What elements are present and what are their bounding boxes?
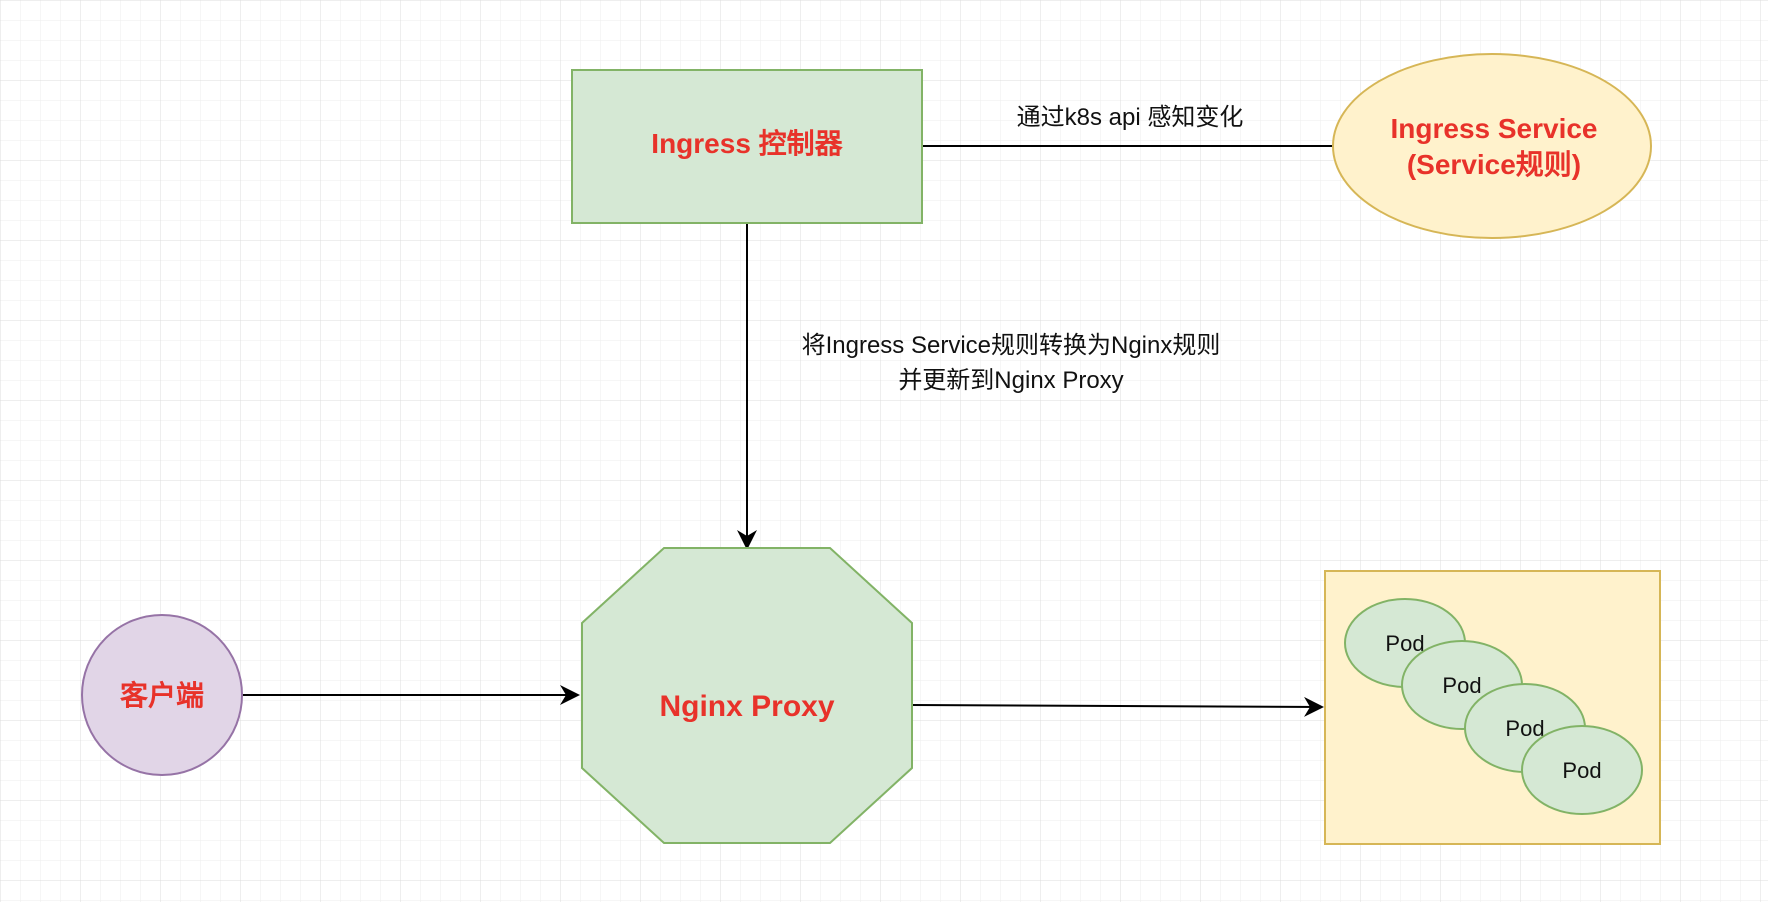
pod-4-label: Pod (1562, 758, 1601, 783)
pods-container[interactable]: Pod Pod Pod Pod (1324, 570, 1661, 845)
pod-2-label: Pod (1442, 673, 1481, 698)
pod-3-label: Pod (1505, 716, 1544, 741)
client-label: 客户端 (120, 679, 204, 711)
ingress-controller-node[interactable]: Ingress 控制器 (571, 69, 923, 224)
pod-1-label: Pod (1385, 631, 1424, 656)
edge-label-convert-line2: 并更新到Nginx Proxy (898, 367, 1123, 394)
nginx-proxy-label: Nginx Proxy (659, 690, 834, 723)
nginx-proxy-node[interactable]: Nginx Proxy (581, 547, 913, 844)
ingress-service-label-line1: Ingress Service (1390, 113, 1597, 144)
pod-4[interactable]: Pod (1521, 725, 1643, 815)
client-node[interactable]: 客户端 (81, 614, 243, 776)
ingress-controller-label: Ingress 控制器 (651, 128, 843, 159)
edge-label-watch: 通过k8s api 感知变化 (1017, 104, 1244, 131)
ingress-service-node[interactable]: Ingress Service (Service规则) (1332, 53, 1652, 239)
edge-label-convert-line1: 将Ingress Service规则转换为Nginx规则 (802, 332, 1221, 359)
diagram-canvas: 通过k8s api 感知变化 将Ingress Service规则转换为Ngin… (0, 0, 1768, 902)
ingress-service-label-line2: (Service规则) (1407, 149, 1581, 180)
